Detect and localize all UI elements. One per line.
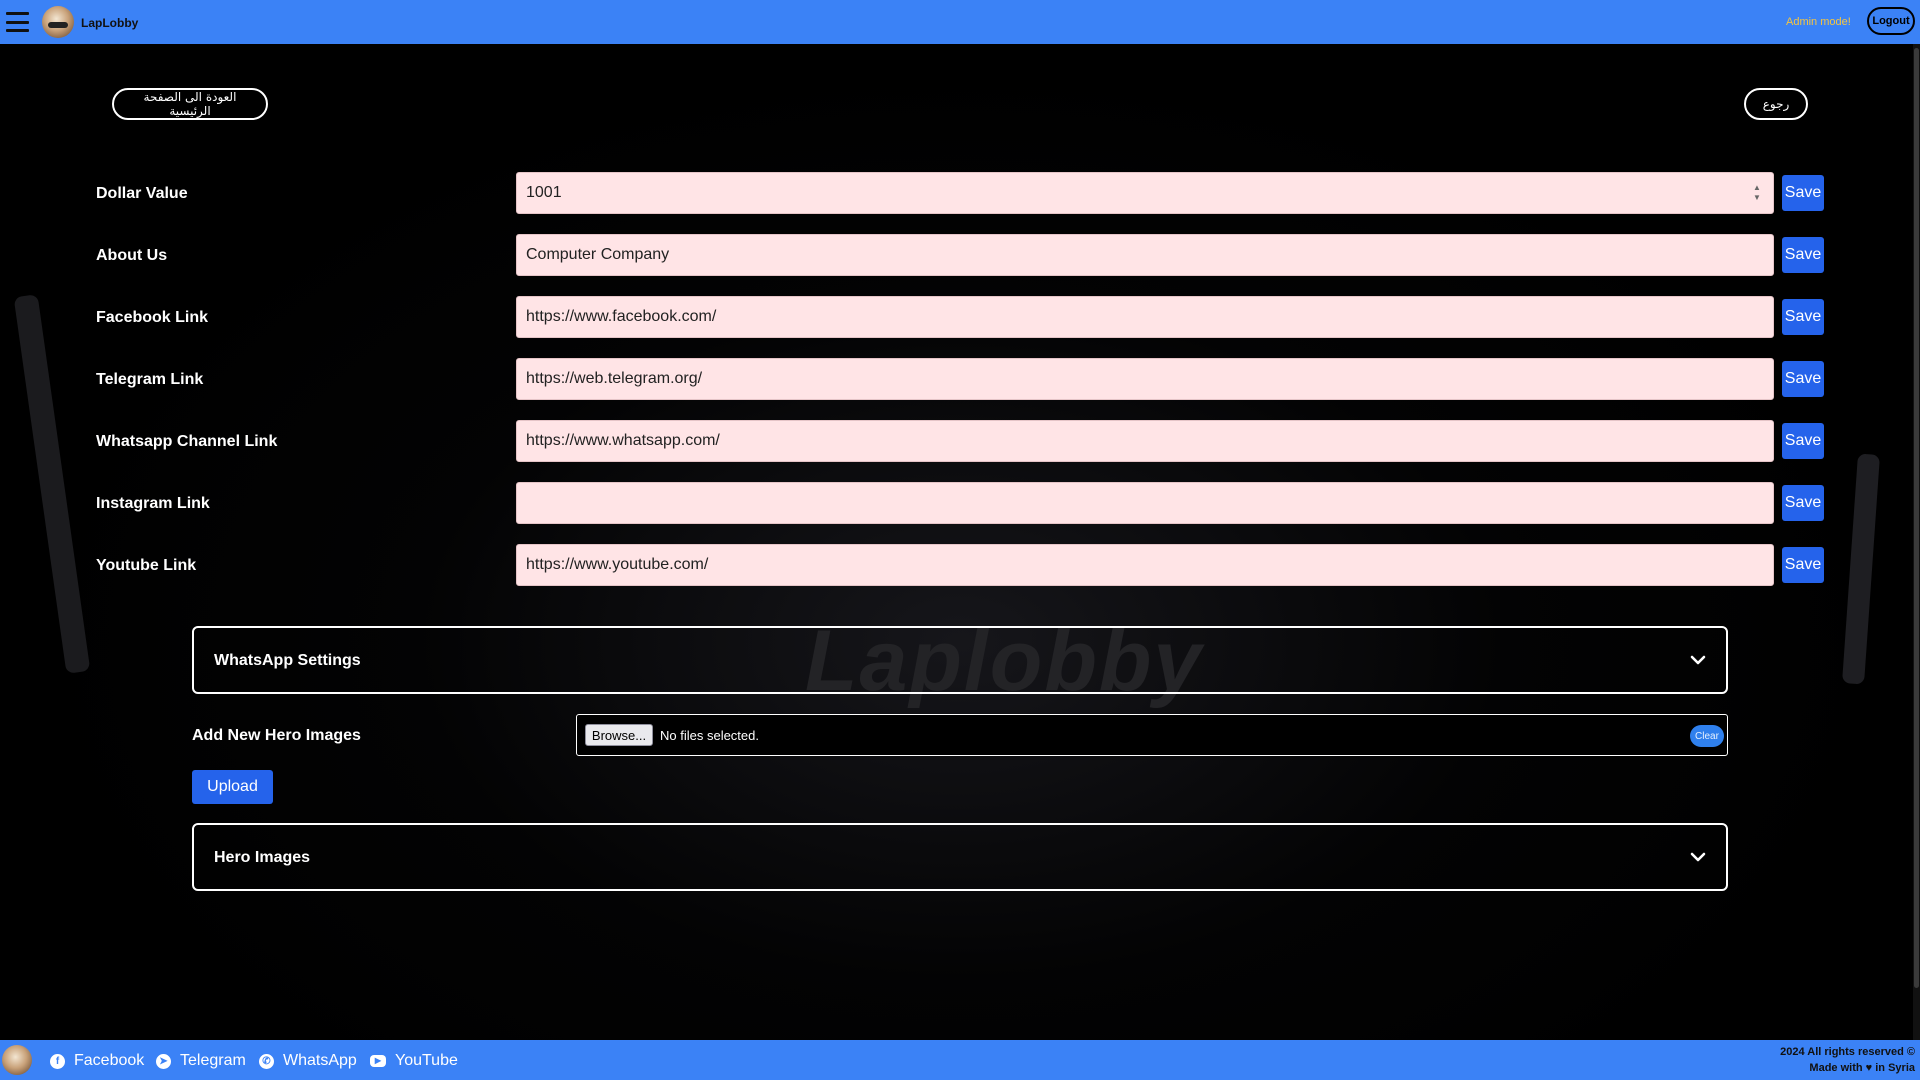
facebook-link-text: https://www.facebook.com/ — [526, 308, 717, 325]
dollar-value-label: Dollar Value — [96, 185, 188, 202]
save-instagram-link-button[interactable]: Save — [1782, 485, 1824, 521]
admin-mode-indicator: Admin mode! — [1786, 16, 1851, 28]
save-facebook-link-button[interactable]: Save — [1782, 299, 1824, 335]
telegram-link-input[interactable]: https://web.telegram.org/ — [516, 358, 1774, 400]
instagram-link-label: Instagram Link — [96, 495, 210, 512]
about-us-label: About Us — [96, 247, 168, 264]
dollar-value-input[interactable]: 1001 ▲ ▼ — [516, 172, 1774, 214]
telegram-icon: ➤ — [156, 1053, 171, 1069]
add-hero-images-label: Add New Hero Images — [192, 727, 361, 744]
footer-link-label: WhatsApp — [283, 1052, 357, 1069]
save-whatsapp-channel-link-button[interactable]: Save — [1782, 423, 1824, 459]
brand-logo[interactable] — [42, 6, 74, 38]
telegram-link-text: https://web.telegram.org/ — [526, 370, 703, 387]
footer: f Facebook ➤ Telegram ✆ WhatsApp ▶ YouTu… — [0, 1040, 1920, 1080]
made-with-text: Made with — [1809, 1062, 1863, 1074]
footer-link-label: YouTube — [395, 1052, 458, 1069]
whatsapp-settings-accordion[interactable]: WhatsApp Settings — [192, 626, 1728, 694]
save-dollar-value-button[interactable]: Save — [1782, 175, 1824, 211]
whatsapp-icon: ✆ — [259, 1053, 274, 1069]
footer-link-facebook[interactable]: f Facebook — [50, 1052, 144, 1070]
footer-link-youtube[interactable]: ▶ YouTube — [370, 1052, 458, 1070]
telegram-link-label: Telegram Link — [96, 371, 204, 388]
top-navbar: LapLobby Admin mode! Logout — [0, 0, 1920, 44]
upload-button[interactable]: Upload — [192, 770, 273, 804]
hero-images-accordion[interactable]: Hero Images — [192, 823, 1728, 891]
scrollbar-thumb[interactable] — [1914, 48, 1919, 988]
copyright-line: 2024 All rights reserved © — [1780, 1046, 1915, 1058]
footer-link-telegram[interactable]: ➤ Telegram — [156, 1052, 246, 1070]
youtube-link-text: https://www.youtube.com/ — [526, 556, 709, 573]
brand-name[interactable]: LapLobby — [81, 16, 138, 30]
whatsapp-settings-title: WhatsApp Settings — [214, 652, 361, 669]
whatsapp-channel-link-input[interactable]: https://www.whatsapp.com/ — [516, 420, 1774, 462]
heart-icon: ♥ — [1865, 1062, 1873, 1074]
save-youtube-link-button[interactable]: Save — [1782, 547, 1824, 583]
number-spinner-icon[interactable]: ▲ ▼ — [1752, 184, 1762, 202]
logout-button[interactable]: Logout — [1867, 7, 1915, 35]
copyright-text: 2024 All rights reserved © Made with ♥ i… — [1780, 1044, 1915, 1076]
youtube-link-input[interactable]: https://www.youtube.com/ — [516, 544, 1774, 586]
about-us-text: Computer Company — [526, 246, 670, 263]
file-status-text: No files selected. — [660, 728, 759, 743]
facebook-link-label: Facebook Link — [96, 309, 209, 326]
background-shape-left — [13, 294, 91, 674]
hero-images-title: Hero Images — [214, 849, 311, 866]
chevron-down-icon[interactable] — [1688, 847, 1708, 867]
about-us-input[interactable]: Computer Company — [516, 234, 1774, 276]
save-telegram-link-button[interactable]: Save — [1782, 361, 1824, 397]
footer-link-label: Telegram — [180, 1052, 246, 1069]
youtube-icon: ▶ — [370, 1055, 386, 1067]
whatsapp-channel-link-text: https://www.whatsapp.com/ — [526, 432, 720, 449]
in-syria-text: in Syria — [1875, 1062, 1915, 1074]
hamburger-menu-icon[interactable] — [6, 12, 29, 32]
youtube-link-label: Youtube Link — [96, 557, 197, 574]
browse-button[interactable]: Browse... — [585, 724, 653, 746]
dollar-value-text: 1001 — [526, 184, 562, 201]
footer-logo[interactable] — [2, 1045, 32, 1075]
footer-link-whatsapp[interactable]: ✆ WhatsApp — [259, 1052, 357, 1070]
hero-image-file-input[interactable]: Browse... No files selected. Clear — [576, 714, 1728, 756]
whatsapp-channel-link-label: Whatsapp Channel Link — [96, 433, 278, 450]
back-to-home-button[interactable]: العودة الى الصفحة الرئيسية — [112, 88, 268, 120]
facebook-icon: f — [50, 1053, 65, 1069]
facebook-link-input[interactable]: https://www.facebook.com/ — [516, 296, 1774, 338]
clear-button[interactable]: Clear — [1690, 725, 1724, 747]
back-button[interactable]: رجوع — [1744, 88, 1808, 120]
save-about-us-button[interactable]: Save — [1782, 237, 1824, 273]
instagram-link-input[interactable] — [516, 482, 1774, 524]
footer-link-label: Facebook — [74, 1052, 145, 1069]
made-with-line: Made with ♥ in Syria — [1780, 1060, 1915, 1076]
chevron-down-icon[interactable] — [1688, 650, 1708, 670]
background-shape-right — [1842, 453, 1880, 685]
